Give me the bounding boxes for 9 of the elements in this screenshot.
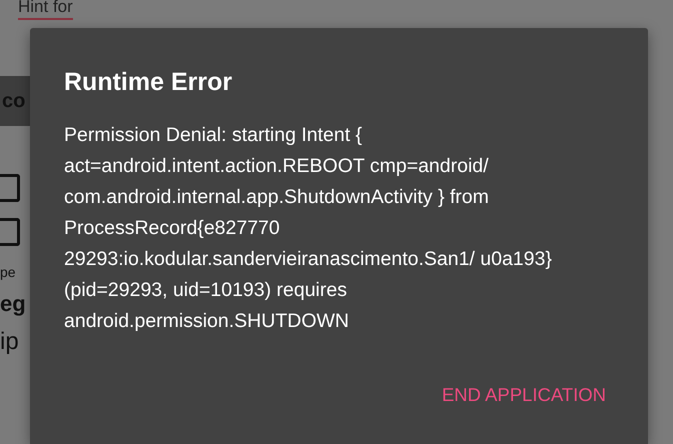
end-application-button[interactable]: END APPLICATION (434, 375, 614, 415)
body-text: ip (0, 327, 20, 357)
label-text: pe (0, 263, 17, 282)
error-message: Permission Denial: starting Intent { act=android.intent.action.REBOOT cmp=android/ com.android.internal.app.ShutdownActivity } from ProcessRecord{e827770 29293:io.kodular.sandervieiranascimento.San1/ u0a193} (pid=29293, uid=10193) requires android.permission.SHUTDOWN (64, 123, 553, 334)
checkbox[interactable] (0, 174, 20, 202)
text-field-hint[interactable]: Hint for (18, 0, 73, 20)
heading-text: eg (0, 290, 27, 318)
dialog-title: Runtime Error (64, 67, 234, 98)
checkbox[interactable] (0, 218, 20, 246)
